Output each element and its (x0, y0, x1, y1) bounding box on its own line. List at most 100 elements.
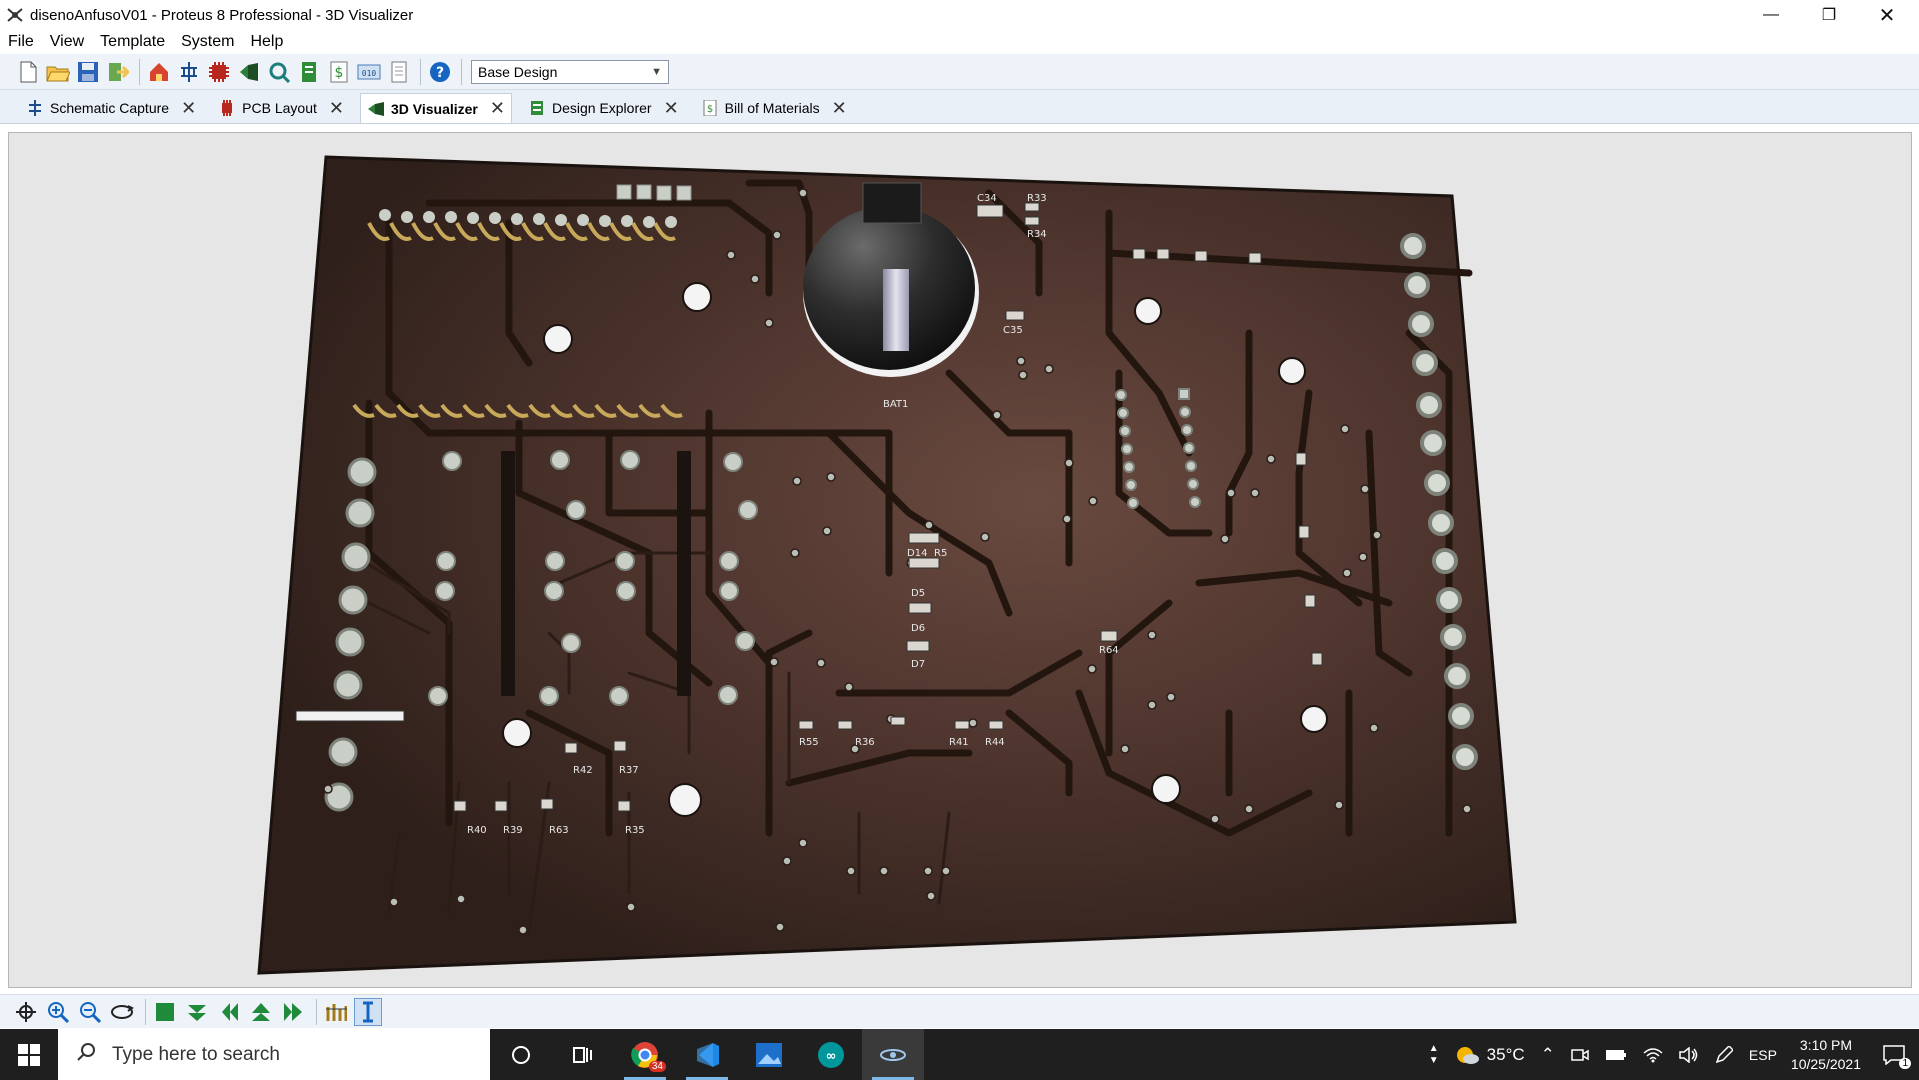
home-icon[interactable] (145, 58, 173, 86)
taskbar-proteus[interactable] (862, 1029, 924, 1080)
label-bat1: BAT1 (883, 399, 908, 410)
label-d14: D14 (907, 548, 927, 559)
task-view-button[interactable] (552, 1029, 614, 1080)
help-icon[interactable]: ? (426, 58, 454, 86)
view-toolbar (0, 994, 1919, 1028)
import-icon[interactable] (104, 58, 132, 86)
3d-viewport[interactable]: BAT1 C34 R33 R34 C35 D14 R5 D5 D6 D7 R40… (8, 132, 1912, 988)
main-toolbar: $ 010 ? Base Design ▼ (0, 54, 1919, 90)
open-folder-icon[interactable] (44, 58, 72, 86)
toolbar-separator (316, 998, 317, 1025)
3d-icon[interactable] (235, 58, 263, 86)
close-icon[interactable]: ✕ (664, 98, 679, 119)
bottom-view-icon[interactable] (183, 998, 211, 1026)
label-r40: R40 (467, 825, 487, 836)
taskbar-arduino[interactable]: ∞ (800, 1029, 862, 1080)
label-r5: R5 (934, 548, 947, 559)
weather-sun-icon (1456, 1046, 1479, 1064)
toolbar-separator (420, 58, 421, 85)
right-view-icon[interactable] (279, 998, 307, 1026)
front-view-icon[interactable] (247, 998, 275, 1026)
label-c34: C34 (977, 193, 997, 204)
taskbar-photos[interactable] (738, 1029, 800, 1080)
binary-icon[interactable]: 010 (355, 58, 383, 86)
top-view-icon[interactable] (151, 998, 179, 1026)
tab-label: Design Explorer (551, 100, 652, 116)
svg-text:010: 010 (362, 69, 377, 78)
tab-label: Bill of Materials (724, 100, 820, 116)
bom-icon[interactable] (295, 58, 323, 86)
tab-pcb-layout[interactable]: PCB Layout ✕ (212, 93, 350, 123)
label-r37: R37 (619, 765, 639, 776)
arduino-icon: ∞ (818, 1041, 844, 1068)
left-view-icon[interactable] (215, 998, 243, 1026)
weather-widget[interactable]: 35°C (1455, 1044, 1525, 1066)
orbit-icon[interactable] (108, 998, 136, 1026)
label-r36: R36 (855, 737, 875, 748)
zoom-in-icon[interactable] (44, 998, 72, 1026)
chevron-up-icon[interactable]: ⌃ (1541, 1045, 1555, 1065)
svg-text:$: $ (706, 104, 712, 115)
move-icon[interactable] (12, 998, 40, 1026)
clock-time: 3:10 PM (1799, 1036, 1853, 1053)
white-slot (295, 710, 405, 722)
close-icon[interactable]: ✕ (181, 98, 196, 119)
pcb-icon[interactable] (205, 58, 233, 86)
restore-icon: ❐ (1821, 7, 1837, 24)
label-r42: R42 (573, 765, 593, 776)
taskbar-search[interactable]: Type here to search (58, 1029, 490, 1080)
task-view-icon (573, 1046, 592, 1063)
start-button[interactable] (0, 1029, 58, 1080)
close-button[interactable]: ✕ (1858, 0, 1916, 30)
meet-now-icon[interactable] (1571, 1047, 1589, 1063)
notes-icon[interactable] (385, 58, 413, 86)
tab-label: 3D Visualizer (390, 100, 478, 117)
tab-schematic-capture[interactable]: Schematic Capture ✕ (20, 93, 202, 123)
label-d6: D6 (911, 623, 925, 634)
menu-help[interactable]: Help (242, 33, 291, 51)
pen-icon[interactable] (1715, 1045, 1733, 1064)
gerber-icon[interactable] (265, 58, 293, 86)
3d-icon (367, 100, 385, 118)
volume-icon[interactable] (1679, 1046, 1699, 1063)
taskbar-chrome[interactable]: 34 (614, 1029, 676, 1080)
tab-bill-of-materials[interactable]: $ Bill of Materials ✕ (695, 93, 853, 123)
cortana-button[interactable] (490, 1029, 552, 1080)
save-icon[interactable] (74, 58, 102, 86)
new-file-icon[interactable] (14, 58, 42, 86)
search-icon (76, 1042, 96, 1068)
chevron-up-icon[interactable]: ▲ ▼ (1429, 1043, 1439, 1067)
label-r64: R64 (1099, 645, 1119, 656)
tab-3d-visualizer[interactable]: 3D Visualizer ✕ (359, 93, 512, 123)
menu-template[interactable]: Template (92, 33, 173, 51)
close-icon[interactable]: ✕ (329, 98, 344, 119)
measure-icon[interactable] (354, 997, 382, 1026)
battery-icon[interactable] (1605, 1048, 1627, 1062)
menu-system[interactable]: System (173, 33, 242, 51)
close-icon[interactable]: ✕ (832, 98, 847, 119)
minimize-button[interactable]: — (1742, 0, 1800, 30)
weather-temperature: 35°C (1486, 1044, 1525, 1064)
title-bar: disenoAnfusoV01 - Proteus 8 Professional… (0, 0, 1919, 30)
windows-logo-icon (18, 1043, 40, 1066)
restore-button[interactable]: ❐ (1800, 0, 1858, 30)
notification-center[interactable]: 1 (1883, 1044, 1911, 1069)
design-variant-select[interactable]: Base Design ▼ (471, 59, 669, 84)
height-icon[interactable] (322, 998, 350, 1026)
language-indicator[interactable]: ESP (1749, 1047, 1777, 1063)
svg-text:$: $ (335, 65, 344, 81)
clock[interactable]: 3:10 PM 10/25/2021 (1791, 1036, 1861, 1074)
schematic-icon (26, 99, 44, 117)
wifi-icon[interactable] (1643, 1047, 1663, 1063)
dollar-icon[interactable]: $ (325, 58, 353, 86)
proteus-app-icon (4, 4, 26, 26)
close-icon[interactable]: ✕ (490, 98, 505, 119)
zoom-out-icon[interactable] (76, 998, 104, 1026)
taskbar-vscode[interactable] (676, 1029, 738, 1080)
schematic-icon[interactable] (175, 58, 203, 86)
tab-design-explorer[interactable]: Design Explorer ✕ (522, 93, 685, 123)
menu-file[interactable]: File (0, 33, 42, 51)
chevron-down-icon: ▼ (651, 65, 662, 78)
pcb-3d-render[interactable]: BAT1 C34 R33 R34 C35 D14 R5 D5 D6 D7 R40… (9, 133, 1912, 988)
menu-view[interactable]: View (42, 33, 92, 51)
